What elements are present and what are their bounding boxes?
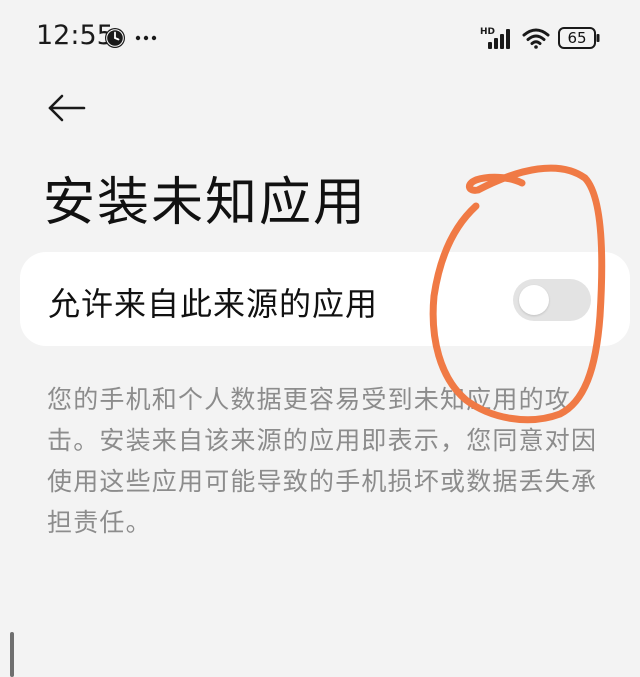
status-bar: 12:55 HD 65	[0, 0, 640, 76]
hd-signal-icon: HD	[480, 27, 510, 49]
network-label: HD	[480, 27, 495, 37]
status-icons: HD 65	[480, 25, 600, 51]
more-dots-icon	[135, 35, 157, 41]
back-button[interactable]	[42, 88, 90, 128]
description-text: 您的手机和个人数据更容易受到未知应用的攻击。安装来自该来源的应用即表示，您同意对…	[47, 385, 598, 537]
battery-icon: 65	[558, 27, 600, 49]
allow-install-toggle[interactable]	[513, 279, 591, 321]
page-title: 安装未知应用	[43, 173, 368, 233]
toggle-knob	[519, 285, 549, 315]
status-time: 12:55	[36, 20, 114, 51]
battery-level: 65	[567, 29, 587, 47]
scroll-indicator	[10, 632, 14, 677]
clock-icon	[105, 28, 125, 48]
arrow-left-icon	[48, 94, 86, 122]
settings-card: 允许来自此来源的应用	[20, 252, 630, 346]
wifi-icon	[522, 28, 550, 49]
setting-label: 允许来自此来源的应用	[48, 285, 379, 323]
